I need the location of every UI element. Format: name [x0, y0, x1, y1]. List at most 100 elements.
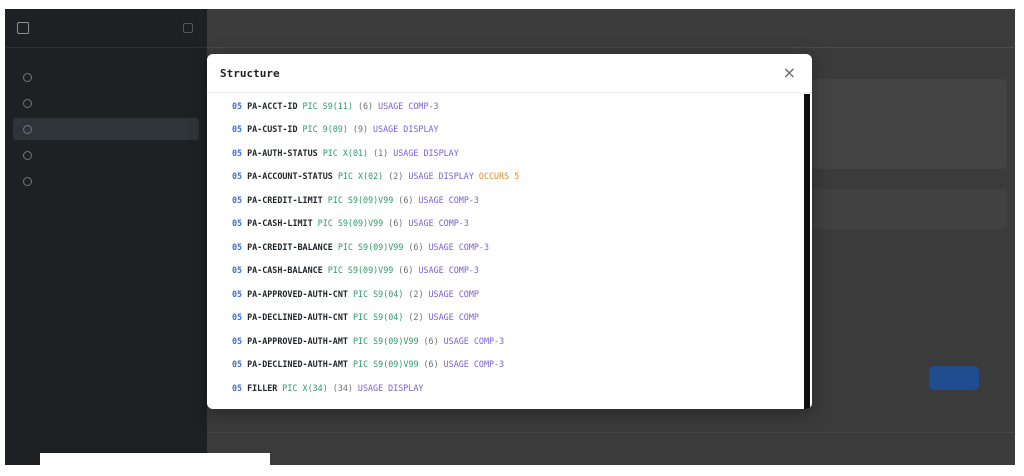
field-level: 05: [232, 288, 243, 299]
nav-icon: [23, 98, 32, 108]
field-pic: PIC S9(09)V99: [352, 359, 419, 370]
field-pic: PIC S9(09)V99: [337, 241, 404, 252]
field-size: (6): [423, 335, 439, 346]
field-name: PA-DECLINED-AUTH-AMT: [247, 359, 348, 370]
footer: [207, 432, 1015, 465]
structure-field-row: 05 PA-CUST-ID PIC 9(09) (9) USAGE DISPLAY: [207, 118, 812, 142]
field-name: PA-CASH-LIMIT: [247, 218, 313, 229]
field-usage: USAGE DISPLAY: [357, 382, 424, 393]
breadcrumb: [207, 9, 1015, 48]
field-level: 05: [232, 335, 243, 346]
structure-field-row: 05 PA-APPROVED-AUTH-CNT PIC S9(04) (2) USAGE…: [207, 282, 812, 306]
gear-icon: [23, 176, 32, 186]
field-level: 05: [232, 382, 243, 393]
structure-field-row: 05 PA-CREDIT-BALANCE PIC S9(09)V99 (6) USAGE…: [207, 235, 812, 259]
field-level: 05: [232, 124, 243, 135]
field-usage: USAGE DISPLAY: [373, 124, 439, 135]
field-pic: PIC 9(09): [302, 124, 348, 135]
close-icon[interactable]: ×: [779, 63, 800, 83]
field-name: PA-CREDIT-LIMIT: [247, 194, 323, 205]
structure-field-row: 05 PA-ACCT-ID PIC S9(11) (6) USAGE COMP-3: [207, 94, 812, 118]
field-level: 05: [232, 100, 243, 111]
field-usage: USAGE COMP-3: [443, 359, 505, 370]
field-pic: PIC X(02): [337, 171, 384, 182]
scrollbar[interactable]: [804, 94, 810, 409]
modal-title: Structure: [220, 66, 280, 80]
field-size: (6): [398, 265, 414, 276]
structure-field-row: 05 PA-AUTH-STATUS PIC X(01) (1) USAGE DISPLA…: [207, 141, 812, 165]
field-name: PA-CREDIT-BALANCE: [247, 241, 333, 252]
field-pic: PIC S9(04): [352, 312, 404, 323]
field-usage: USAGE COMP-3: [378, 100, 439, 111]
field-usage: USAGE COMP: [428, 288, 479, 299]
field-occurs: OCCURS 5: [478, 171, 520, 182]
structure-field-row: 05 PA-CREDIT-LIMIT PIC S9(09)V99 (6) USAGE C…: [207, 188, 812, 212]
field-usage: USAGE COMP-3: [428, 241, 490, 252]
field-pic: PIC X(01): [322, 147, 369, 158]
nav-icon: [23, 150, 32, 160]
field-size: (2): [388, 171, 404, 182]
sidebar-item-active[interactable]: [13, 118, 199, 140]
field-name: PA-CASH-BALANCE: [247, 265, 323, 276]
field-name: PA-APPROVED-AUTH-AMT: [247, 335, 348, 346]
field-level: 05: [232, 194, 243, 205]
field-size: (6): [408, 241, 424, 252]
field-name: FILLER: [247, 382, 278, 393]
structure-field-row: 05 PA-DECLINED-AUTH-CNT PIC S9(04) (2) USAGE…: [207, 306, 812, 330]
field-name: PA-ACCOUNT-STATUS: [247, 171, 333, 182]
nav-icon: [23, 124, 32, 134]
field-level: 05: [232, 265, 243, 276]
field-pic: PIC S9(11): [302, 100, 353, 111]
taskbar-strip: [40, 453, 270, 465]
field-size: (2): [408, 288, 424, 299]
field-pic: PIC S9(09)V99: [327, 194, 394, 205]
field-pic: PIC X(34): [282, 382, 328, 393]
field-name: PA-ACCT-ID: [247, 100, 298, 111]
field-name: PA-CUST-ID: [247, 124, 298, 135]
field-size: (6): [423, 359, 439, 370]
field-size: (34): [332, 382, 353, 393]
field-usage: USAGE DISPLAY: [408, 171, 474, 182]
field-name: PA-DECLINED-AUTH-CNT: [247, 312, 348, 323]
field-name: PA-AUTH-STATUS: [247, 147, 318, 158]
sidebar-item[interactable]: [13, 170, 199, 192]
field-size: (6): [388, 218, 404, 229]
field-usage: USAGE COMP-3: [408, 218, 469, 229]
field-usage: USAGE COMP-3: [418, 194, 479, 205]
field-level: 05: [232, 241, 243, 252]
modal-header: Structure ×: [207, 54, 812, 93]
structure-modal: Structure × 05 PA-ACCT-ID PIC S9(11) (6) USA…: [207, 54, 812, 409]
field-pic: PIC S9(09)V99: [317, 218, 384, 229]
field-usage: USAGE COMP-3: [443, 335, 505, 346]
sidebar-item[interactable]: [13, 144, 199, 166]
field-pic: PIC S9(09)V99: [352, 335, 419, 346]
field-level: 05: [232, 171, 243, 182]
field-size: (6): [357, 100, 374, 111]
field-name: PA-APPROVED-AUTH-CNT: [247, 288, 348, 299]
sidebar-item[interactable]: [13, 66, 199, 88]
structure-field-row: 05 PA-CASH-BALANCE PIC S9(09)V99 (6) USAGE C…: [207, 259, 812, 283]
structure-field-row: 05 PA-DECLINED-AUTH-AMT PIC S9(09)V99 (6) US…: [207, 353, 812, 377]
field-pic: PIC S9(04): [352, 288, 404, 299]
field-usage: USAGE DISPLAY: [393, 147, 459, 158]
field-size: (2): [408, 312, 424, 323]
field-level: 05: [232, 147, 243, 158]
field-usage: USAGE COMP: [428, 312, 479, 323]
sidebar: [5, 9, 207, 465]
structure-field-row: 05 PA-CASH-LIMIT PIC S9(09)V99 (6) USAGE COM…: [207, 212, 812, 236]
field-level: 05: [232, 359, 243, 370]
field-size: (6): [398, 194, 414, 205]
field-size: (9): [352, 124, 369, 135]
background-tab-bar: [807, 189, 1007, 229]
sidebar-collapse-icon[interactable]: [183, 23, 193, 33]
structure-list: 05 PA-ACCT-ID PIC S9(11) (6) USAGE COMP-3 05 P…: [207, 94, 812, 409]
structure-field-row: 05 PA-APPROVED-AUTH-AMT PIC S9(09)V99 (6) US…: [207, 329, 812, 353]
structure-field-row: 05 PA-ACCOUNT-STATUS PIC X(02) (2) USAGE DIS…: [207, 165, 812, 189]
sidebar-item[interactable]: [13, 92, 199, 114]
sidebar-header: [5, 9, 207, 48]
field-usage: USAGE COMP-3: [418, 265, 479, 276]
structure-field-row: 05 FILLER PIC X(34) (34) USAGE DISPLAY: [207, 376, 812, 400]
nav-icon: [23, 72, 32, 82]
field-level: 05: [232, 218, 243, 229]
background-button[interactable]: [929, 366, 979, 390]
